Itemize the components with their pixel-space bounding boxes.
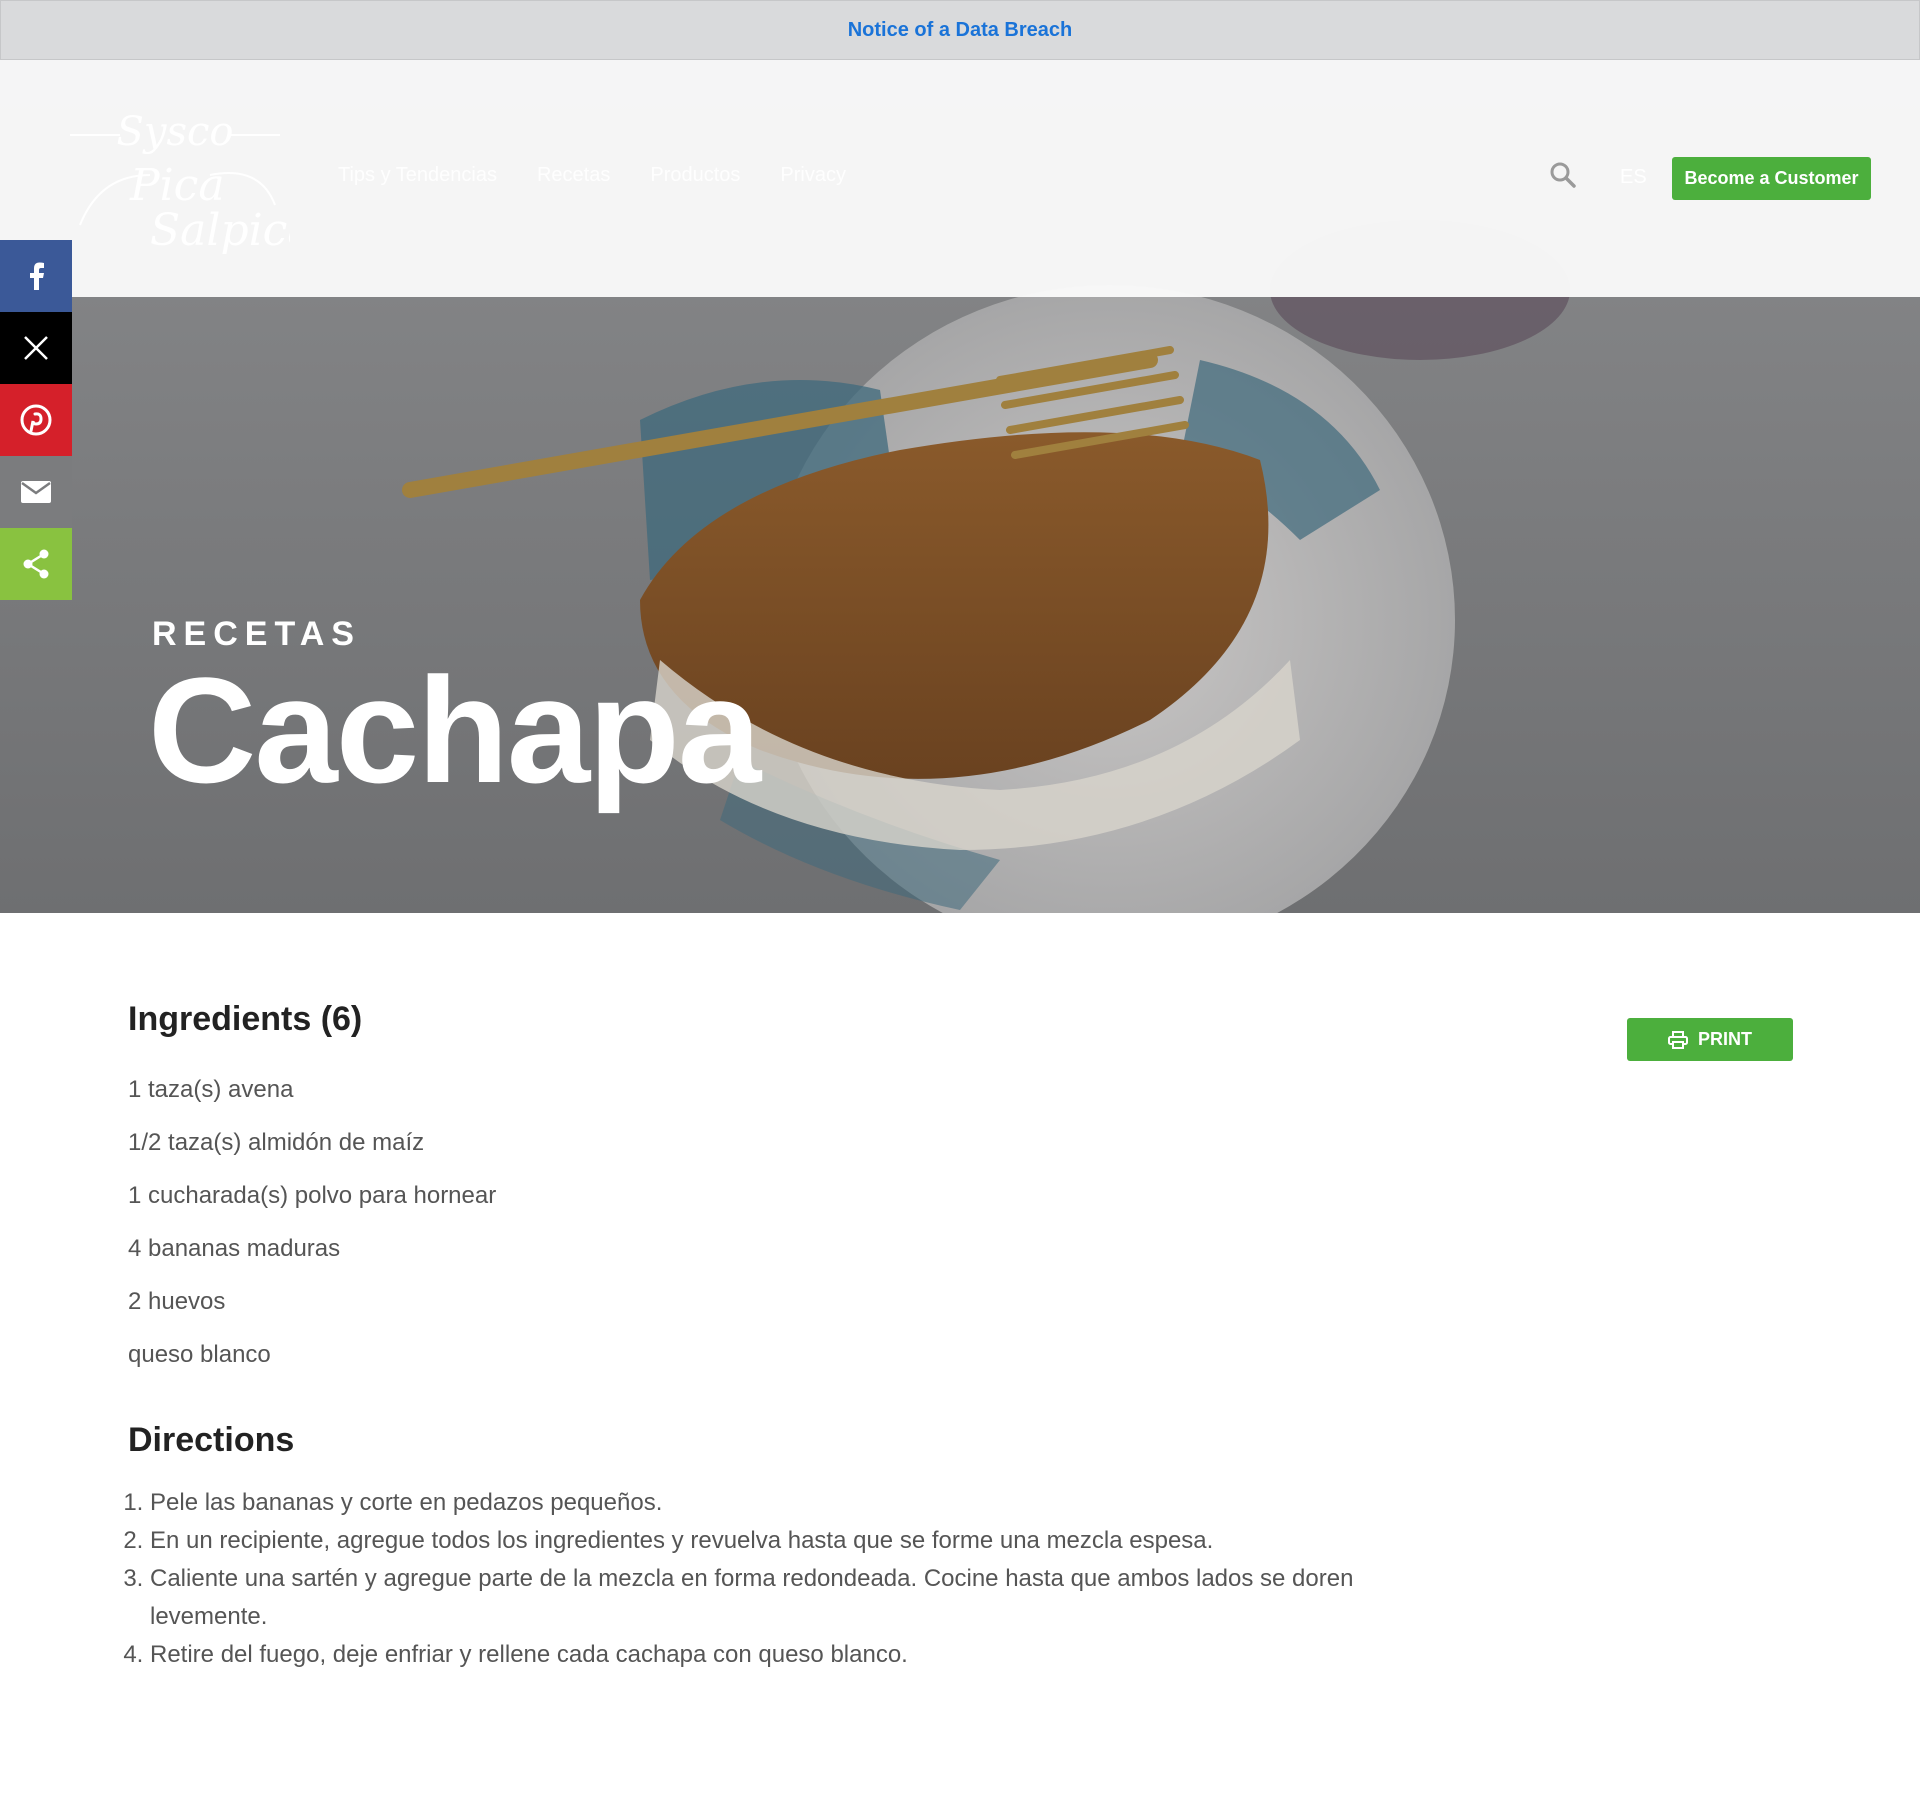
direction-step: Pele las bananas y corte en pedazos pequ… [150,1484,1450,1522]
nav-privacy[interactable]: Privacy [780,164,846,187]
email-share-button[interactable] [0,456,72,528]
facebook-icon [30,262,44,290]
direction-step: En un recipiente, agregue todos los ingr… [150,1522,1450,1560]
directions-list: Pele las bananas y corte en pedazos pequ… [128,1484,1450,1674]
hero-banner: Sysco Pica Salpica Tips y Tendencias Rec… [0,60,1920,913]
direction-step: Retire del fuego, deje enfriar y rellene… [150,1636,1450,1674]
nav-productos[interactable]: Productos [650,164,740,187]
svg-text:Sysco: Sysco [116,109,233,155]
share-icon [23,549,49,579]
ingredient-item: 4 bananas maduras [128,1235,341,1262]
pinterest-icon [20,404,52,436]
share-button[interactable] [0,528,72,600]
notice-bar: Notice of a Data Breach [0,0,1920,60]
ingredient-item: 1/2 taza(s) almidón de maíz [128,1129,425,1156]
x-icon [24,336,48,360]
ingredient-item: 2 huevos [128,1288,226,1315]
x-share-button[interactable] [0,312,72,384]
ingredients-title: Ingredients (6) [128,1000,363,1038]
ingredient-item: 1 cucharada(s) polvo para hornear [128,1182,497,1209]
ingredients-list: 1 taza(s) avena 1/2 taza(s) almidón de m… [128,1063,1798,1381]
svg-text:Pica: Pica [129,160,225,211]
language-selector[interactable]: ES [1620,166,1647,189]
main-nav: Tips y Tendencias Recetas Productos Priv… [338,164,846,187]
sysco-pica-salpica-logo[interactable]: Sysco Pica Salpica [60,105,290,265]
ingredient-item: 1 taza(s) avena [128,1076,294,1103]
become-a-customer-button[interactable]: Become a Customer [1672,157,1871,200]
data-breach-notice-link[interactable]: Notice of a Data Breach [848,19,1073,42]
nav-recetas[interactable]: Recetas [537,164,610,187]
social-share-bar [0,240,72,600]
page-title: Cachapa [148,646,761,814]
search-icon[interactable] [1549,161,1577,189]
direction-step: Caliente una sartén y agregue parte de l… [150,1560,1450,1636]
svg-text:Salpica: Salpica [150,205,290,256]
directions-title: Directions [128,1421,295,1459]
pinterest-share-button[interactable] [0,384,72,456]
email-icon [21,481,51,503]
recipe-content: Ingredients (6) 1 taza(s) avena 1/2 taza… [128,1000,1798,1674]
nav-tips-y-tendencias[interactable]: Tips y Tendencias [338,164,497,187]
facebook-share-button[interactable] [0,240,72,312]
site-header: Sysco Pica Salpica Tips y Tendencias Rec… [0,60,1920,297]
ingredient-item: queso blanco [128,1341,271,1368]
